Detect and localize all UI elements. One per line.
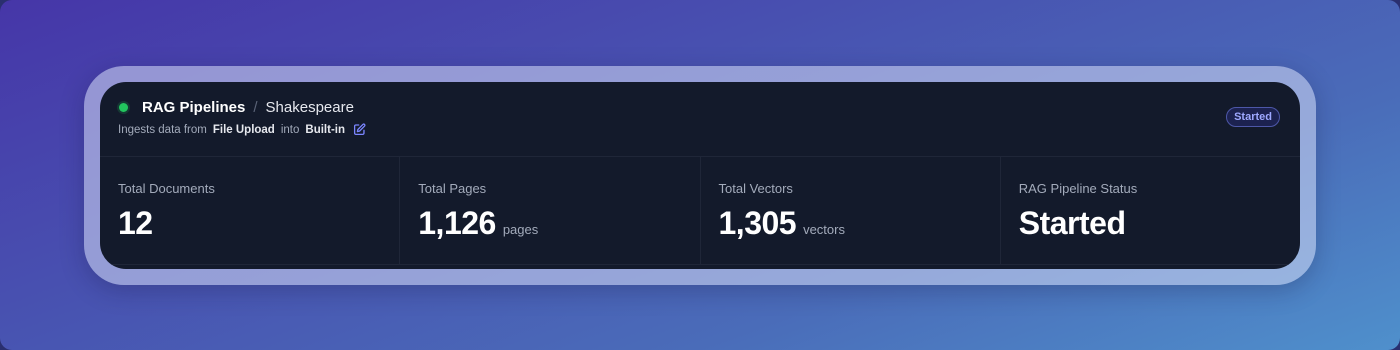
stat-label: Total Vectors	[718, 181, 793, 196]
stat-label: RAG Pipeline Status	[1018, 181, 1138, 196]
stats-row: Total Documents 12 Total Pages 1,126 pag…	[100, 157, 1300, 265]
description-source: File Upload	[212, 123, 275, 136]
stat-label: Total Pages	[418, 181, 487, 196]
stat-pipeline-status: RAG Pipeline Status Started	[1001, 157, 1300, 264]
breadcrumb-separator: /	[253, 98, 258, 116]
status-dot-icon	[119, 102, 128, 112]
background: RAG Pipelines / Shakespeare Ingests data…	[0, 0, 1400, 350]
status-badge: Started	[1226, 107, 1280, 127]
stat-total-vectors: Total Vectors 1,305 vectors	[701, 157, 1001, 264]
stat-unit: pages	[502, 222, 539, 237]
stat-value: 12	[118, 205, 153, 241]
stat-total-documents: Total Documents 12	[100, 157, 401, 264]
description-destination: Built-in	[305, 123, 345, 136]
stat-value: 1,305	[718, 205, 797, 241]
stat-value: 1,126	[418, 205, 496, 241]
stat-value: Started	[1018, 205, 1126, 241]
stat-unit: vectors	[803, 222, 845, 237]
breadcrumb-rag-pipelines[interactable]: RAG Pipelines	[142, 99, 245, 116]
stat-total-pages: Total Pages 1,126 pages	[400, 157, 701, 264]
edit-pencil-icon[interactable]	[353, 123, 366, 136]
description-prefix: Ingests data from	[118, 123, 207, 136]
pipeline-name: Shakespeare	[265, 98, 354, 116]
card-header: RAG Pipelines / Shakespeare Ingests data…	[100, 82, 1300, 157]
pipeline-description: Ingests data from File Upload into Built…	[118, 123, 366, 136]
pipeline-card: RAG Pipelines / Shakespeare Ingests data…	[100, 82, 1300, 269]
stat-label: Total Documents	[118, 181, 215, 196]
description-middle: into	[280, 123, 300, 136]
breadcrumb: RAG Pipelines / Shakespeare	[119, 96, 354, 118]
